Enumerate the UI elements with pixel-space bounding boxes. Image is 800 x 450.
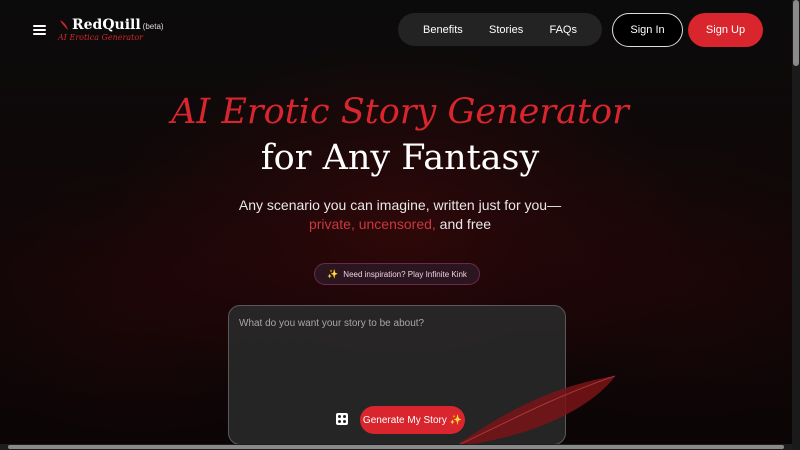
- sparkle-icon: ✨: [327, 268, 339, 279]
- hero-title: for Any Fantasy: [260, 138, 540, 178]
- nav-link-stories[interactable]: Stories: [489, 24, 523, 36]
- horizontal-scrollbar-thumb[interactable]: [8, 445, 784, 449]
- vertical-scrollbar-thumb[interactable]: [793, 0, 799, 66]
- nav-link-faqs[interactable]: FAQs: [549, 24, 577, 36]
- horizontal-scrollbar[interactable]: [0, 444, 792, 450]
- hero-subtitle: Any scenario you can imagine, written ju…: [238, 197, 562, 213]
- inspiration-label: Need inspiration? Play Infinite Kink: [343, 269, 467, 279]
- hero-subtitle-line2: private, uncensored, and free: [0, 216, 800, 232]
- feather-decoration: [451, 375, 616, 449]
- inspiration-link[interactable]: ✨ Need inspiration? Play Infinite Kink: [314, 263, 480, 285]
- dice-icon[interactable]: [336, 413, 348, 425]
- brand-name: RedQuill (beta): [72, 17, 164, 33]
- hamburger-menu-icon[interactable]: [33, 25, 46, 35]
- vertical-scrollbar[interactable]: [792, 0, 800, 450]
- sign-in-button[interactable]: Sign In: [612, 13, 683, 47]
- hero-title-accent: AI Erotic Story Generator: [171, 92, 629, 132]
- brand-name-text: RedQuill: [72, 17, 141, 33]
- hero-subtitle-end: and free: [435, 216, 492, 232]
- brand-tagline: AI Erotica Generator: [58, 33, 143, 42]
- hero-subtitle-accent: private, uncensored,: [308, 216, 436, 232]
- beta-badge: (beta): [142, 22, 164, 31]
- main-nav: Benefits Stories FAQs: [398, 13, 602, 46]
- quill-logo-icon: [60, 20, 68, 30]
- sign-up-button[interactable]: Sign Up: [688, 13, 763, 47]
- nav-link-benefits[interactable]: Benefits: [423, 24, 463, 36]
